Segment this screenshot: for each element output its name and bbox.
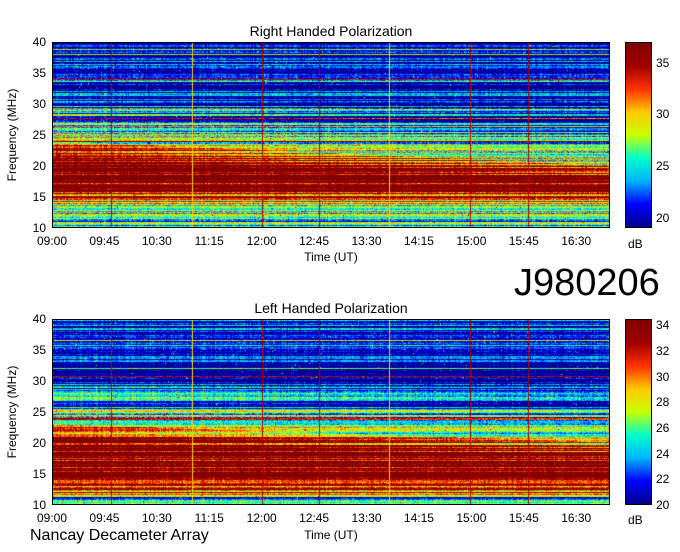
spectrogram <box>52 42 610 228</box>
x-tick-label: 09:00 <box>36 234 68 248</box>
x-tick-label: 09:00 <box>36 511 68 525</box>
y-axis-label: Frequency (MHz) <box>5 365 19 459</box>
y-tick-label: 20 <box>32 436 46 450</box>
spectrogram-canvas <box>53 43 609 227</box>
x-tick-label: 14:15 <box>403 234 434 248</box>
y-ticks: 10 15 20 25 30 35 40 <box>22 35 52 235</box>
x-tick-label: 16:30 <box>561 511 592 525</box>
colorbar-tick-label: 28 <box>656 395 670 410</box>
y-tick-label: 40 <box>32 35 46 49</box>
x-tick-label: 10:30 <box>141 511 172 525</box>
colorbar-tick-label: 22 <box>656 472 670 487</box>
y-tick-label: 35 <box>32 343 46 357</box>
y-tick-label: 10 <box>32 498 46 512</box>
y-tick-label: 30 <box>32 97 46 111</box>
y-tick-label: 35 <box>32 66 46 80</box>
y-tick-label: 15 <box>32 190 46 204</box>
x-tick-label: 15:00 <box>456 234 487 248</box>
x-tick-label: 16:30 <box>561 234 592 248</box>
y-tick-label: 25 <box>32 128 46 142</box>
left-polarization-panel: Left Handed Polarization Frequency (MHz)… <box>0 278 680 548</box>
x-tick-label: 11:15 <box>194 511 224 525</box>
x-tick-label: 11:15 <box>194 234 224 248</box>
y-tick-label: 10 <box>32 221 46 235</box>
x-tick-label: 12:00 <box>246 234 277 248</box>
instrument-label: Nancay Decameter Array <box>30 527 209 544</box>
panel-title: Right Handed Polarization <box>249 23 413 39</box>
y-ticks: 10 15 20 25 30 35 40 <box>22 312 52 512</box>
x-tick-label: 15:45 <box>508 234 539 248</box>
colorbar-tick-label: 32 <box>656 344 670 359</box>
colorbar-unit: dB <box>628 237 643 251</box>
x-tick-label: 13:30 <box>351 234 382 248</box>
spectrogram-canvas <box>53 320 609 504</box>
x-tick-label: 13:30 <box>351 511 382 525</box>
x-tick-label: 14:15 <box>403 511 434 525</box>
x-tick-label: 10:30 <box>141 234 172 248</box>
spectrogram <box>52 319 610 505</box>
panel-title: Left Handed Polarization <box>254 300 408 316</box>
x-tick-label: 09:45 <box>89 511 120 525</box>
colorbar-ticks: 20 25 30 35 <box>654 42 680 228</box>
colorbar <box>625 319 652 505</box>
x-tick-label: 12:00 <box>246 511 277 525</box>
x-tick-label: 12:45 <box>299 234 330 248</box>
colorbar-tick-label: 30 <box>656 107 670 122</box>
colorbar-tick-label: 20 <box>656 498 670 512</box>
colorbar-tick-label: 35 <box>656 55 670 70</box>
colorbar-tick-label: 24 <box>656 446 670 461</box>
y-tick-label: 40 <box>32 312 46 326</box>
colorbar-tick-label: 25 <box>656 159 670 173</box>
colorbar <box>625 42 652 228</box>
x-tick-label: 15:00 <box>456 511 487 525</box>
y-axis-label: Frequency (MHz) <box>5 88 19 182</box>
y-tick-label: 15 <box>32 467 46 481</box>
colorbar-ticks: 20 22 24 26 28 30 32 34 <box>654 318 680 512</box>
y-tick-label: 30 <box>32 374 46 388</box>
x-tick-label: 15:45 <box>508 511 539 525</box>
x-ticks: 09:00 09:45 10:30 11:15 12:00 12:45 13:30 14:15… <box>37 511 610 527</box>
colorbar-unit: dB <box>628 513 643 527</box>
y-tick-label: 25 <box>32 405 46 419</box>
x-ticks: 09:00 09:45 10:30 11:15 12:00 12:45 13:30 14:15… <box>37 234 610 250</box>
colorbar-tick-label: 30 <box>656 369 670 384</box>
x-tick-label: 12:45 <box>299 511 330 525</box>
y-tick-label: 20 <box>32 159 46 173</box>
right-polarization-panel: Right Handed Polarization Frequency (MHz… <box>0 0 680 270</box>
colorbar-tick-label: 34 <box>656 318 670 333</box>
colorbar-tick-label: 20 <box>656 210 670 225</box>
x-tick-label: 09:45 <box>89 234 120 248</box>
colorbar-tick-label: 26 <box>656 421 670 436</box>
